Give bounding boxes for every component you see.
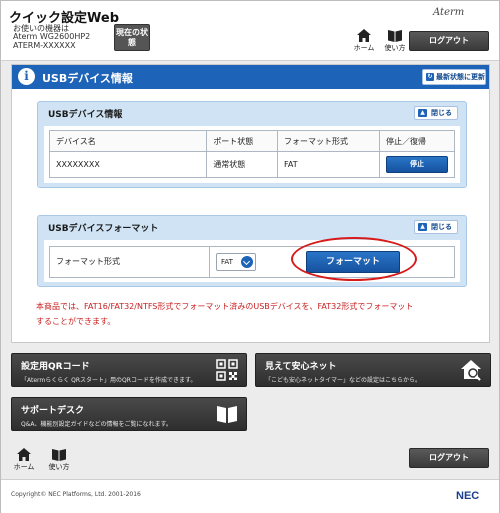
format-selected-value: FAT bbox=[221, 258, 233, 266]
support-desk-tile[interactable]: サポートデスク Q&A、機能別設定ガイドなどの情報をご覧になれます。 bbox=[11, 397, 247, 431]
tile-description: 「こども安心ネットタイマー」などの設定はこちらから。 bbox=[265, 377, 422, 384]
column-header: 停止／復帰 bbox=[378, 130, 456, 152]
book-icon bbox=[52, 449, 66, 461]
device-table: デバイス名 ポート状態 フォーマット形式 停止／復帰 XXXXXXXX 通常状態… bbox=[48, 130, 456, 178]
footer-help-button[interactable]: 使い方 bbox=[46, 448, 72, 472]
action-cell: 停止 bbox=[378, 151, 456, 178]
tile-title: サポートデスク bbox=[21, 406, 85, 416]
home-nav-button[interactable]: ホーム bbox=[351, 29, 377, 53]
tile-title: 見えて安心ネット bbox=[265, 362, 337, 372]
close-label: 閉じる bbox=[431, 223, 452, 231]
home-icon bbox=[357, 29, 371, 42]
refresh-icon: ↻ bbox=[426, 73, 434, 81]
usb-format-section: USBデバイスフォーマット ▲ 閉じる フォーマット形式 FAT フォーマット bbox=[37, 215, 467, 287]
current-status-button[interactable]: 現在の状態 bbox=[114, 24, 150, 51]
close-label: 閉じる bbox=[431, 109, 452, 117]
footer-home-button[interactable]: ホーム bbox=[11, 448, 37, 472]
logout-button[interactable]: ログアウト bbox=[409, 31, 489, 51]
page-title: USBデバイス情報 bbox=[42, 72, 133, 85]
page: クイック設定Web お使いの機器は Aterm WG2600HP2 ATERM-… bbox=[0, 0, 500, 513]
format-note-line1: 本商品では、FAT16/FAT32/NTFS形式でフォーマット済みのUSBデバイ… bbox=[36, 302, 414, 311]
help-nav-button[interactable]: 使い方 bbox=[382, 29, 408, 53]
close-section-button[interactable]: ▲ 閉じる bbox=[414, 220, 458, 234]
mieru-anshin-net-tile[interactable]: 見えて安心ネット 「こども安心ネットタイマー」などの設定はこちらから。 bbox=[255, 353, 491, 387]
refresh-label: 最新状態に更新 bbox=[436, 73, 485, 81]
book-icon bbox=[217, 406, 237, 423]
nec-logo: NEC bbox=[456, 490, 480, 502]
header: クイック設定Web お使いの機器は Aterm WG2600HP2 ATERM-… bbox=[1, 1, 499, 61]
qr-code-tile[interactable]: 設定用QRコード 「Atermらくらく QRスタート」用のQRコードを作成できま… bbox=[11, 353, 247, 387]
chevron-up-icon: ▲ bbox=[418, 109, 427, 117]
info-icon: i bbox=[18, 68, 35, 85]
format-cell: FAT bbox=[276, 151, 380, 178]
home-icon bbox=[17, 448, 31, 461]
book-icon bbox=[388, 30, 402, 42]
section-body: フォーマット形式 FAT フォーマット bbox=[44, 237, 460, 282]
table-row: XXXXXXXX 通常状態 FAT 停止 bbox=[48, 151, 456, 178]
help-label: 使い方 bbox=[384, 44, 406, 52]
house-search-icon bbox=[461, 360, 481, 381]
device-model: Aterm WG2600HP2 bbox=[13, 32, 91, 41]
column-header: フォーマット形式 bbox=[276, 130, 380, 152]
home-label: ホーム bbox=[13, 463, 35, 471]
section-title: USBデバイス情報 bbox=[48, 110, 123, 120]
section-title: USBデバイスフォーマット bbox=[48, 224, 159, 234]
highlight-ellipse bbox=[291, 237, 417, 281]
section-body: デバイス名 ポート状態 フォーマット形式 停止／復帰 XXXXXXXX 通常状態… bbox=[44, 126, 460, 183]
chevron-up-icon: ▲ bbox=[418, 223, 427, 231]
tile-title: 設定用QRコード bbox=[21, 362, 90, 372]
help-label: 使い方 bbox=[48, 463, 70, 471]
port-state-cell: 通常状態 bbox=[206, 151, 278, 178]
section-header: USBデバイスフォーマット ▲ 閉じる bbox=[38, 216, 466, 238]
chevron-down-icon bbox=[241, 256, 253, 268]
footer-logout-button[interactable]: ログアウト bbox=[409, 448, 489, 468]
format-field-label: フォーマット形式 bbox=[50, 247, 210, 277]
format-select[interactable]: FAT bbox=[216, 253, 256, 271]
main-panel: i USBデバイス情報 ↻ 最新状態に更新 USBデバイス情報 ▲ 閉じる デバ… bbox=[11, 64, 490, 343]
tile-description: 「Atermらくらく QRスタート」用のQRコードを作成できます。 bbox=[21, 377, 197, 384]
aterm-logo: Aterm bbox=[433, 7, 465, 18]
tile-description: Q&A、機能別設定ガイドなどの情報をご覧になれます。 bbox=[21, 421, 172, 428]
device-name-cell: XXXXXXXX bbox=[48, 151, 208, 178]
home-label: ホーム bbox=[353, 44, 375, 52]
column-header: ポート状態 bbox=[206, 130, 278, 152]
main-title-bar: i USBデバイス情報 bbox=[12, 65, 489, 89]
copyright: Copyright© NEC Platforms, Ltd. 2001-2016 bbox=[11, 491, 141, 498]
usb-device-info-section: USBデバイス情報 ▲ 閉じる デバイス名 ポート状態 フォーマット形式 停止／… bbox=[37, 101, 467, 188]
refresh-button[interactable]: ↻ 最新状態に更新 bbox=[422, 69, 486, 85]
qr-code-icon bbox=[216, 359, 238, 381]
format-note-line2: することができます。 bbox=[36, 317, 116, 326]
table-header-row: デバイス名 ポート状態 フォーマット形式 停止／復帰 bbox=[48, 130, 456, 152]
device-serial: ATERM-XXXXXX bbox=[13, 41, 76, 50]
column-header: デバイス名 bbox=[48, 130, 208, 152]
section-header: USBデバイス情報 ▲ 閉じる bbox=[38, 102, 466, 124]
format-row: フォーマット形式 FAT フォーマット bbox=[49, 237, 455, 281]
stop-button[interactable]: 停止 bbox=[385, 156, 448, 173]
close-section-button[interactable]: ▲ 閉じる bbox=[414, 106, 458, 120]
